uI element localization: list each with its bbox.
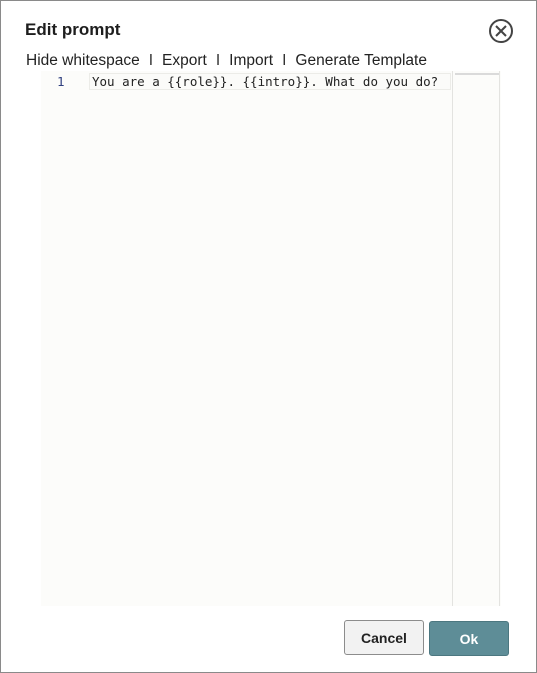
toolbar-separator: I bbox=[148, 52, 154, 69]
minimap-line bbox=[455, 73, 499, 75]
hide-whitespace-link[interactable]: Hide whitespace bbox=[26, 52, 140, 69]
editor-minimap[interactable] bbox=[452, 71, 500, 606]
cancel-button[interactable]: Cancel bbox=[344, 620, 424, 655]
import-link[interactable]: Import bbox=[229, 52, 273, 69]
editor-line[interactable]: You are a {{role}}. {{intro}}. What do y… bbox=[89, 73, 451, 90]
close-icon[interactable] bbox=[489, 19, 513, 43]
toolbar-separator: I bbox=[282, 52, 287, 69]
toolbar-separator: I bbox=[215, 52, 221, 69]
dialog-title: Edit prompt bbox=[25, 20, 121, 39]
ok-button[interactable]: Ok bbox=[429, 621, 509, 656]
editor-line-text[interactable]: You are a {{role}}. {{intro}}. What do y… bbox=[92, 74, 438, 90]
x-glyph bbox=[495, 25, 507, 37]
line-number: 1 bbox=[57, 74, 65, 89]
export-link[interactable]: Export bbox=[162, 52, 207, 69]
edit-prompt-dialog: Edit prompt Hide whitespace I Export I Impor… bbox=[0, 0, 537, 673]
line-number-gutter: 1 bbox=[41, 71, 86, 606]
generate-template-link[interactable]: Generate Template bbox=[295, 52, 427, 69]
editor-toolbar: Hide whitespace I Export I Import I Generate T… bbox=[26, 52, 427, 70]
prompt-editor[interactable]: 1 You are a {{role}}. {{intro}}. What do… bbox=[41, 71, 501, 606]
